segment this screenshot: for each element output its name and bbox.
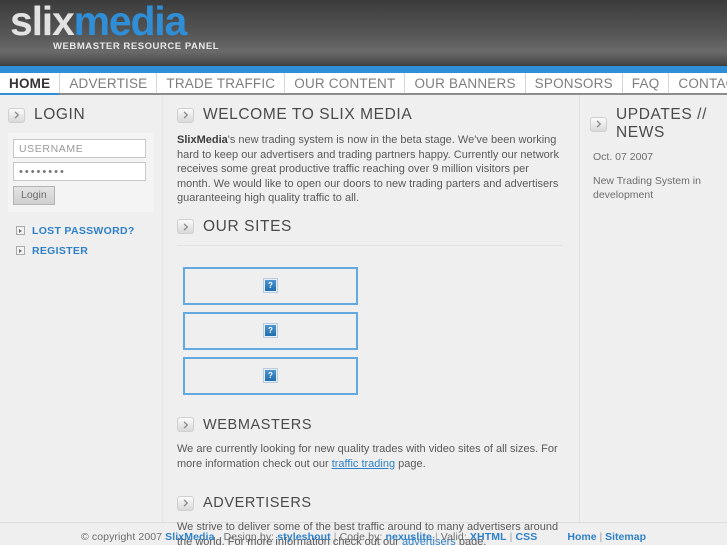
webmasters-title: WEBMASTERS — [203, 416, 313, 433]
lost-password-link[interactable]: LOST PASSWORD? — [16, 225, 162, 237]
register-link[interactable]: REGISTER — [16, 245, 162, 257]
broken-image-icon: ? — [263, 323, 278, 339]
chevron-right-icon — [177, 219, 194, 235]
footer-home-link[interactable]: Home — [567, 531, 596, 543]
footer-credits: © copyright 2007 SlixMedia Design by: st… — [81, 531, 537, 543]
nav-item-our-content[interactable]: OUR CONTENT — [285, 73, 406, 93]
footer-nav: Home | Sitemap — [567, 531, 646, 543]
webmasters-heading: WEBMASTERS — [177, 417, 563, 433]
site-header: slixmedia WEBMASTER RESOURCE PANEL — [0, 0, 727, 66]
footer-separator: | — [509, 531, 513, 543]
divider — [177, 244, 563, 246]
footer-copyright: © copyright 2007 — [81, 531, 163, 543]
chevron-right-icon — [177, 495, 194, 511]
login-form: Login — [8, 133, 154, 212]
news-title: UPDATES // NEWS — [616, 106, 707, 141]
arrow-right-icon — [16, 246, 25, 255]
footer-separator: | — [434, 531, 438, 543]
footer-styleshout-link[interactable]: styleshout — [277, 531, 331, 543]
page-root: slixmedia WEBMASTER RESOURCE PANEL HOME … — [0, 0, 727, 545]
footer-design-label: Design by: — [223, 531, 275, 543]
login-button[interactable]: Login — [13, 185, 55, 205]
login-heading: LOGIN — [0, 106, 162, 124]
footer-xhtml-link[interactable]: XHTML — [470, 531, 507, 543]
footer-css-link[interactable]: CSS — [515, 531, 537, 543]
news-heading: UPDATES // NEWS — [590, 106, 719, 142]
advertisers-heading: ADVERTISERS — [177, 495, 563, 511]
welcome-paragraph: SlixMedia's new trading system is now in… — [177, 133, 563, 206]
arrow-right-icon — [16, 226, 25, 235]
footer-sitemap-link[interactable]: Sitemap — [605, 531, 646, 543]
sidebar-left: LOGIN Login LOST PASSWORD? REGISTER — [0, 95, 163, 522]
chevron-right-icon — [177, 107, 194, 123]
login-title: LOGIN — [34, 106, 86, 123]
broken-image-glyph: ? — [265, 370, 276, 382]
chevron-right-icon — [8, 107, 25, 123]
footer-separator: | — [599, 531, 603, 543]
nav-item-our-banners[interactable]: OUR BANNERS — [405, 73, 526, 93]
sidebar-right: UPDATES // NEWS Oct. 07 2007 New Trading… — [580, 95, 727, 522]
footer-nexuslite-link[interactable]: nexuslite — [385, 531, 431, 543]
chevron-right-icon — [177, 417, 194, 433]
username-input[interactable] — [13, 139, 146, 158]
main-navigation: HOME ADVERTISE TRADE TRAFFIC OUR CONTENT… — [0, 73, 727, 95]
welcome-heading: WELCOME TO SLIX MEDIA — [177, 106, 563, 124]
welcome-body: 's new trading system is now in the beta… — [177, 134, 559, 205]
accent-bar — [0, 66, 727, 73]
footer-valid-label: Valid: — [440, 531, 467, 543]
news-date: Oct. 07 2007 — [593, 151, 654, 163]
footer-code-label: Code by: — [339, 531, 383, 543]
welcome-lead: SlixMedia — [177, 134, 228, 146]
webmasters-body-2: page. — [395, 457, 426, 470]
lost-password-label: LOST PASSWORD? — [32, 224, 135, 237]
news-item-text: New Trading System in development — [593, 175, 701, 201]
nav-item-sponsors[interactable]: SPONSORS — [525, 73, 623, 93]
nav-item-contact-us[interactable]: CONTACT US — [669, 73, 727, 93]
advertisers-title: ADVERTISERS — [203, 495, 312, 512]
site-box[interactable]: ? — [183, 311, 358, 350]
footer-separator: | — [333, 531, 337, 543]
site-box[interactable]: ? — [183, 356, 358, 395]
site-logo[interactable]: slixmedia — [10, 0, 188, 44]
our-sites-heading: OUR SITES — [177, 218, 563, 236]
our-sites-title: OUR SITES — [203, 217, 292, 235]
logo-text-media: media — [73, 0, 188, 44]
site-list: ? ? ? — [177, 266, 563, 395]
register-label: REGISTER — [32, 244, 89, 257]
webmasters-paragraph: We are currently looking for new quality… — [177, 442, 563, 471]
main-content: WELCOME TO SLIX MEDIA SlixMedia's new tr… — [163, 95, 580, 545]
chevron-right-icon — [590, 116, 607, 132]
password-input[interactable] — [13, 162, 146, 181]
nav-item-advertise[interactable]: ADVERTISE — [60, 73, 158, 93]
site-tagline: WEBMASTER RESOURCE PANEL — [53, 41, 220, 52]
sites-spacer — [177, 257, 563, 267]
nav-item-faq[interactable]: FAQ — [622, 73, 670, 93]
nav-item-home[interactable]: HOME — [0, 73, 61, 95]
broken-image-glyph: ? — [265, 280, 276, 292]
broken-image-icon: ? — [263, 368, 278, 384]
welcome-title: WELCOME TO SLIX MEDIA — [203, 106, 413, 123]
traffic-trading-link[interactable]: traffic trading — [332, 458, 395, 470]
footer-brand-link[interactable]: SlixMedia — [165, 531, 214, 543]
logo-text-slix: slix — [10, 0, 75, 44]
broken-image-icon: ? — [263, 278, 278, 294]
site-box[interactable]: ? — [183, 266, 358, 305]
broken-image-glyph: ? — [265, 325, 276, 337]
nav-item-trade-traffic[interactable]: TRADE TRAFFIC — [157, 73, 286, 93]
sidebar-links: LOST PASSWORD? REGISTER — [16, 225, 162, 257]
content-area: LOGIN Login LOST PASSWORD? REGISTER — [0, 95, 727, 545]
